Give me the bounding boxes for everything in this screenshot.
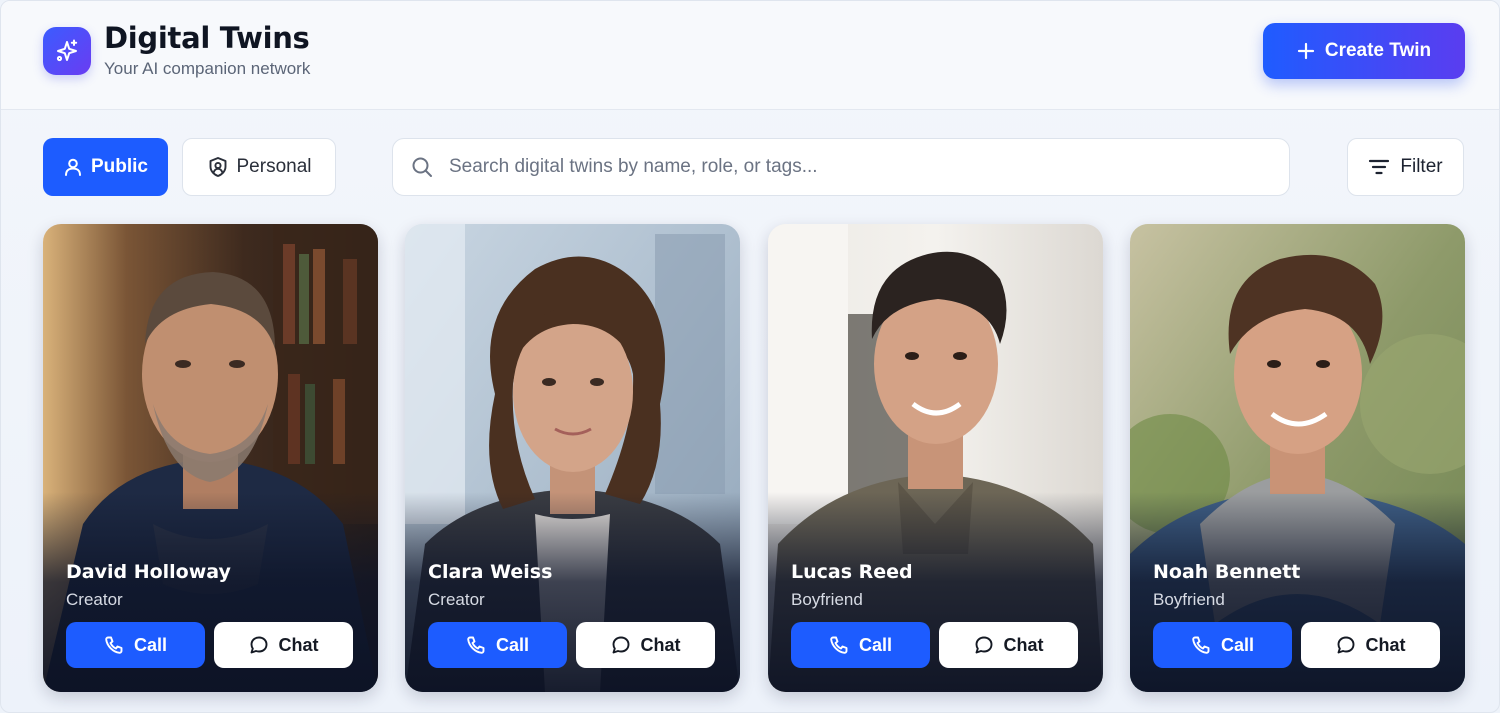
twin-role: Creator — [66, 590, 123, 609]
twin-card[interactable]: Clara Weiss Creator Call Chat — [405, 224, 740, 692]
chat-bubble-icon — [250, 636, 267, 654]
twin-role: Boyfriend — [1153, 590, 1225, 609]
filter-lines-icon — [1369, 159, 1390, 175]
page-subtitle: Your AI companion network — [104, 59, 311, 78]
chat-bubble-icon — [1337, 636, 1354, 654]
chat-button[interactable]: Chat — [1301, 622, 1440, 668]
call-label: Call — [858, 634, 892, 655]
phone-icon — [467, 636, 485, 654]
chat-label: Chat — [640, 634, 681, 655]
call-button[interactable]: Call — [791, 622, 930, 668]
call-button[interactable]: Call — [428, 622, 567, 668]
filter-button[interactable]: Filter — [1347, 138, 1464, 196]
header: Digital Twins Your AI companion network … — [1, 1, 1499, 110]
twin-role: Creator — [428, 590, 485, 609]
chat-button[interactable]: Chat — [576, 622, 715, 668]
tab-public-label: Public — [90, 156, 148, 177]
chat-bubble-icon — [975, 636, 992, 654]
twin-name: Lucas Reed — [791, 561, 913, 583]
call-label: Call — [1220, 634, 1254, 655]
filter-label: Filter — [1400, 156, 1443, 177]
app-window: Digital Twins Your AI companion network … — [0, 0, 1500, 713]
sparkles-icon — [43, 27, 91, 75]
chat-button[interactable]: Chat — [214, 622, 353, 668]
twin-role: Boyfriend — [791, 590, 863, 609]
call-button[interactable]: Call — [66, 622, 205, 668]
twin-card[interactable]: Noah Bennett Boyfriend Call Chat — [1130, 224, 1465, 692]
chat-label: Chat — [278, 634, 319, 655]
tab-personal[interactable]: Personal — [182, 138, 336, 196]
call-label: Call — [133, 634, 167, 655]
twin-name: David Holloway — [66, 561, 231, 583]
page-title: Digital Twins — [104, 21, 310, 55]
chat-bubble-icon — [612, 636, 629, 654]
twin-card[interactable]: David Holloway Creator Call Chat — [43, 224, 378, 692]
tab-public[interactable]: Public — [43, 138, 168, 196]
plus-icon — [1297, 42, 1314, 60]
call-label: Call — [495, 634, 529, 655]
shield-user-icon — [209, 157, 226, 177]
user-icon — [64, 158, 81, 176]
phone-icon — [1192, 636, 1210, 654]
chat-button[interactable]: Chat — [939, 622, 1078, 668]
chat-label: Chat — [1003, 634, 1044, 655]
create-twin-label: Create Twin — [1324, 40, 1432, 61]
twin-name: Noah Bennett — [1153, 561, 1301, 583]
tab-personal-label: Personal — [236, 156, 312, 177]
twin-name: Clara Weiss — [428, 561, 553, 583]
phone-icon — [105, 636, 123, 654]
chat-label: Chat — [1365, 634, 1406, 655]
call-button[interactable]: Call — [1153, 622, 1292, 668]
search-bar[interactable] — [392, 138, 1290, 196]
search-input[interactable] — [449, 156, 1289, 178]
twin-card[interactable]: Lucas Reed Boyfriend Call Chat — [768, 224, 1103, 692]
create-twin-button[interactable]: Create Twin — [1263, 23, 1465, 79]
phone-icon — [830, 636, 848, 654]
search-icon — [412, 157, 432, 177]
